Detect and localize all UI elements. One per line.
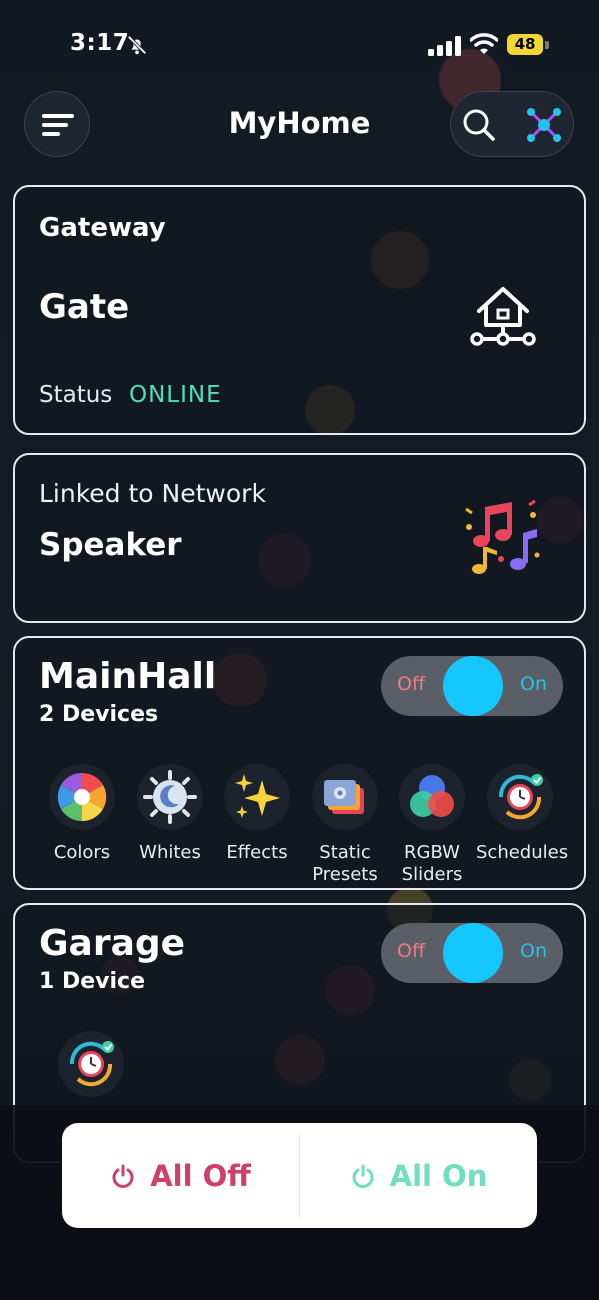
- music-notes-icon: [465, 499, 540, 574]
- feature-label: Effects: [226, 842, 288, 863]
- feature-label: RGBW Sliders: [401, 842, 463, 885]
- presets-icon: [312, 764, 378, 830]
- rgb-circles-icon: [399, 764, 465, 830]
- sparkles-icon: [224, 764, 290, 830]
- feature-label: Schedules: [476, 842, 569, 863]
- power-icon: [112, 1164, 134, 1188]
- room-name: MainHall: [39, 656, 217, 697]
- all-off-label: All Off: [150, 1158, 251, 1193]
- search-icon[interactable]: [461, 107, 497, 143]
- header-actions: [450, 91, 574, 157]
- clock-check-icon: [58, 1031, 124, 1097]
- room-name: Garage: [39, 923, 186, 964]
- speaker-name: Speaker: [39, 527, 182, 563]
- home-network-icon: [470, 287, 536, 346]
- speaker-label: Linked to Network: [39, 479, 266, 508]
- status-bar: 3:17 48: [0, 0, 599, 90]
- status-value: ONLINE: [129, 382, 222, 408]
- device-count: 2 Devices: [39, 702, 159, 727]
- toggle-knob[interactable]: [443, 656, 503, 716]
- network-icon[interactable]: [525, 106, 563, 144]
- feature-colors[interactable]: Colors: [38, 764, 126, 864]
- wifi-icon: [470, 33, 498, 54]
- toggle-off-label: Off: [397, 940, 426, 962]
- status-label: Status: [39, 382, 113, 408]
- sun-moon-icon: [137, 764, 203, 830]
- room-card-mainhall[interactable]: MainHall 2 Devices Off On Colors Whites …: [13, 636, 586, 890]
- toggle-off-label: Off: [397, 673, 426, 695]
- feature-effects[interactable]: Effects: [213, 764, 301, 864]
- status-time: 3:17: [70, 30, 130, 56]
- clock-check-icon: [487, 764, 553, 830]
- feature-schedules[interactable]: [47, 1031, 135, 1109]
- cellular-signal-icon: [428, 36, 461, 56]
- app-header: MyHome: [0, 88, 599, 160]
- speaker-card[interactable]: Linked to Network Speaker: [13, 453, 586, 623]
- color-wheel-icon: [49, 764, 115, 830]
- gateway-name: Gate: [39, 287, 130, 327]
- all-on-button[interactable]: All On: [300, 1123, 537, 1228]
- toggle-on-label: On: [520, 673, 547, 695]
- room-power-toggle[interactable]: Off On: [381, 656, 563, 716]
- bottom-action-bar: All Off All On: [62, 1123, 537, 1228]
- feature-label: Colors: [53, 842, 111, 863]
- bell-slash-icon: [127, 35, 147, 55]
- gateway-label: Gateway: [39, 213, 166, 243]
- feature-label: Static Presets: [312, 842, 378, 885]
- gateway-card[interactable]: Gateway Gate Status ONLINE: [13, 185, 586, 435]
- device-count: 1 Device: [39, 969, 145, 994]
- battery-indicator: 48: [507, 34, 551, 56]
- all-off-button[interactable]: All Off: [62, 1123, 299, 1228]
- toggle-on-label: On: [520, 940, 547, 962]
- battery-level: 48: [507, 34, 543, 55]
- feature-static-presets[interactable]: Static Presets: [301, 764, 389, 886]
- feature-label: Whites: [139, 842, 201, 863]
- feature-rgbw-sliders[interactable]: RGBW Sliders: [388, 764, 476, 886]
- toggle-knob[interactable]: [443, 923, 503, 983]
- battery-tip: [545, 41, 549, 49]
- feature-whites[interactable]: Whites: [126, 764, 214, 864]
- room-power-toggle[interactable]: Off On: [381, 923, 563, 983]
- power-icon: [352, 1164, 374, 1188]
- feature-schedules[interactable]: Schedules: [476, 764, 569, 864]
- all-on-label: All On: [389, 1158, 488, 1193]
